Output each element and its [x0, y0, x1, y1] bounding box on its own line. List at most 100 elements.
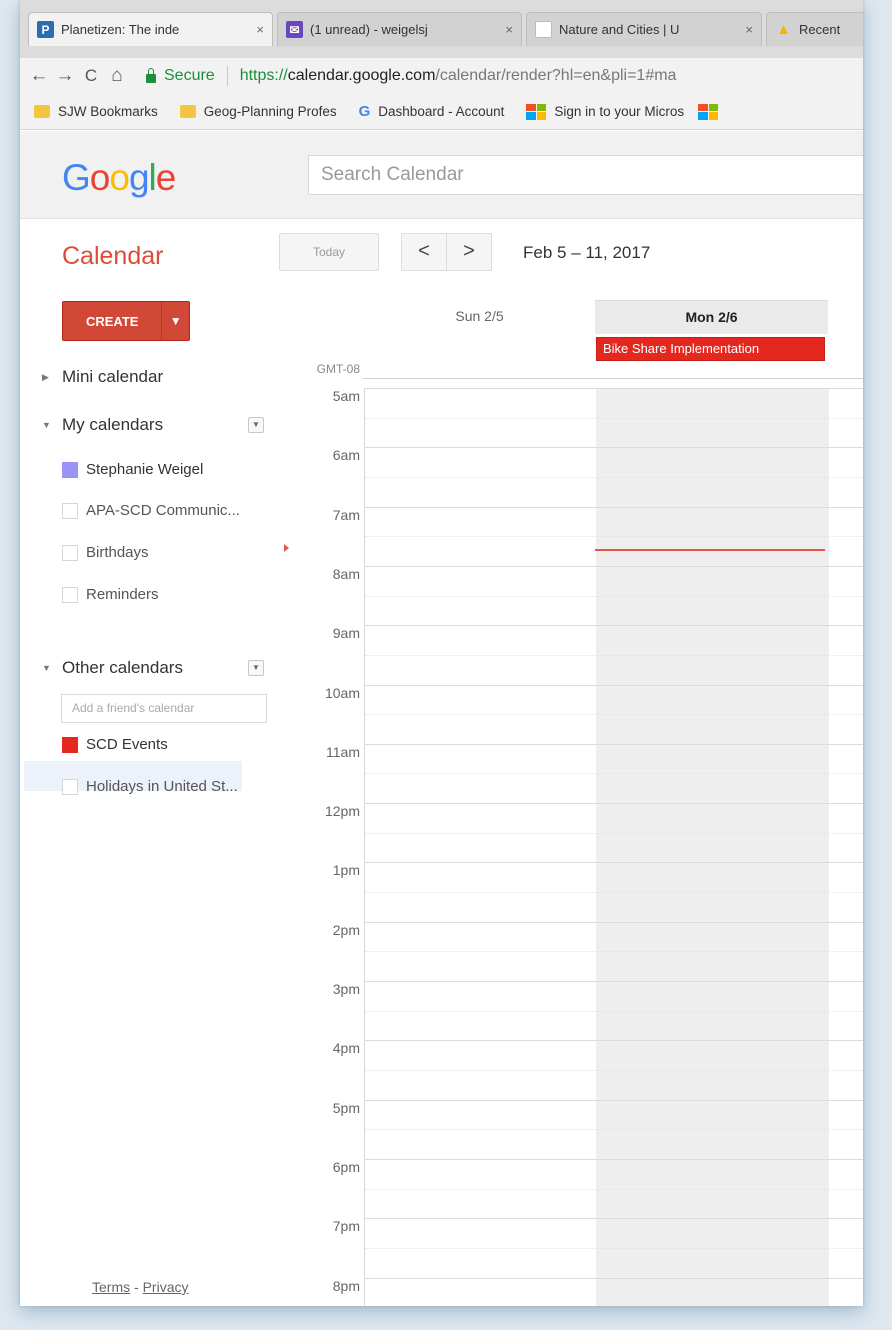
my-calendars-toggle[interactable]: ▼ My calendars — [42, 415, 163, 435]
calendar-label: Reminders — [86, 586, 159, 603]
half-hour-gridline — [365, 536, 863, 538]
microsoft-icon[interactable] — [698, 103, 719, 120]
hour-label: 2pm — [332, 921, 360, 938]
day-header-mon[interactable]: Mon 2/6 — [595, 300, 828, 334]
tab-title: Nature and Cities | U — [559, 22, 680, 37]
current-time-marker — [284, 544, 289, 552]
other-calendars-menu-icon[interactable]: ▼ — [248, 660, 264, 676]
page-title: Calendar — [62, 242, 164, 270]
app-header: Google Search Calendar — [20, 131, 863, 219]
create-dropdown-icon[interactable]: ▼ — [161, 302, 189, 340]
close-icon[interactable]: × — [256, 22, 264, 37]
close-icon[interactable]: × — [505, 22, 513, 37]
calendar-color-swatch[interactable] — [62, 461, 78, 478]
grid-body[interactable] — [364, 388, 863, 1306]
tab-mail[interactable]: ✉ (1 unread) - weigelsj × — [277, 12, 522, 46]
half-hour-gridline — [365, 595, 863, 597]
section-label: Mini calendar — [62, 367, 164, 386]
hour-gridline — [365, 1158, 863, 1160]
hour-label: 11am — [326, 743, 360, 760]
half-hour-gridline — [365, 654, 863, 656]
hour-gridline — [365, 921, 863, 923]
hour-label: 4pm — [332, 1040, 360, 1057]
add-friend-calendar-input[interactable]: Add a friend's calendar — [61, 694, 267, 723]
forward-icon[interactable]: → — [52, 65, 78, 87]
half-hour-gridline — [365, 714, 863, 716]
half-hour-gridline — [365, 1069, 863, 1071]
footer-separator: - — [130, 1279, 143, 1295]
calendar-item-holidays[interactable]: Holidays in United St... — [62, 778, 238, 795]
tab-title: (1 unread) - weigelsj — [310, 22, 428, 37]
half-hour-gridline — [365, 892, 863, 894]
folder-icon — [34, 105, 50, 118]
calendar-item-birthdays[interactable]: Birthdays — [62, 544, 149, 561]
hour-label: 8am — [332, 565, 360, 582]
tab-nature-and-cities[interactable]: Nature and Cities | U × — [526, 12, 762, 46]
calendar-item-reminders[interactable]: Reminders — [62, 586, 159, 603]
home-icon[interactable]: ⌂ — [104, 65, 130, 87]
calendar-color-swatch[interactable] — [62, 544, 78, 561]
other-calendars-toggle[interactable]: ▼ Other calendars — [42, 658, 183, 678]
half-hour-gridline — [365, 951, 863, 953]
terms-link[interactable]: Terms — [92, 1279, 130, 1295]
bookmark-label: Sign in to your Micros — [554, 104, 685, 119]
calendar-item-stephanie-weigel[interactable]: Stephanie Weigel — [62, 461, 203, 478]
half-hour-gridline — [365, 773, 863, 775]
collapse-icon: ▼ — [42, 420, 51, 430]
hour-gridline — [365, 447, 863, 449]
bookmark-dashboard[interactable]: G Dashboard - Account — [359, 103, 505, 120]
bookmark-geog-planning[interactable]: Geog-Planning Profes — [179, 104, 337, 119]
today-button[interactable]: Today — [279, 233, 379, 271]
bookmark-label: SJW Bookmarks — [58, 104, 158, 119]
hour-label: 8pm — [332, 1277, 360, 1294]
url-field[interactable]: Secure https:// calendar.google.com /cal… — [146, 66, 863, 86]
calendar-color-swatch[interactable] — [62, 736, 78, 753]
bookmark-sjw-bookmarks[interactable]: SJW Bookmarks — [34, 104, 158, 119]
hour-label: 10am — [324, 684, 360, 701]
allday-event[interactable]: Bike Share Implementation — [596, 337, 825, 361]
bookmarks-bar: SJW Bookmarks Geog-Planning Profes G Das… — [20, 94, 863, 130]
search-input[interactable]: Search Calendar — [308, 155, 863, 195]
address-bar: ← → C ⌂ Secure https:// calendar.google.… — [20, 58, 863, 94]
close-icon[interactable]: × — [745, 22, 753, 37]
tab-strip: P Planetizen: The inde × ✉ (1 unread) - … — [20, 0, 863, 58]
current-time-line — [595, 549, 825, 551]
hour-gridline — [365, 981, 863, 982]
day-header-sun[interactable]: Sun 2/5 — [364, 300, 595, 334]
google-logo[interactable]: Google — [62, 157, 176, 199]
hour-gridline — [365, 1099, 863, 1101]
drive-icon: ▲ — [776, 21, 791, 38]
google-icon: G — [358, 103, 371, 120]
calendar-color-swatch[interactable] — [62, 502, 78, 519]
back-icon[interactable]: ← — [26, 65, 52, 87]
reload-icon[interactable]: C — [78, 66, 104, 86]
hour-gridline — [365, 1040, 863, 1042]
half-hour-gridline — [365, 1129, 863, 1131]
calendar-color-swatch[interactable] — [62, 586, 78, 603]
bookmark-microsoft-signin[interactable]: Sign in to your Micros — [526, 103, 685, 120]
collapse-icon: ▼ — [42, 663, 51, 673]
allday-divider — [363, 378, 863, 379]
tab-drive[interactable]: ▲ Recent — [766, 12, 863, 46]
hour-gridline — [365, 388, 863, 389]
next-week-button[interactable]: > — [446, 234, 491, 270]
mini-calendar-toggle[interactable]: ▶ Mini calendar — [42, 367, 163, 387]
prev-week-button[interactable]: < — [402, 234, 446, 270]
my-calendars-menu-icon[interactable]: ▼ — [248, 417, 264, 433]
half-hour-gridline — [365, 1010, 863, 1012]
calendar-item-scd-events[interactable]: SCD Events — [62, 736, 168, 753]
calendar-color-swatch[interactable] — [62, 778, 78, 795]
hour-gridline — [365, 862, 863, 864]
hour-label: 5am — [332, 388, 360, 404]
page-icon — [535, 21, 552, 38]
week-grid: Sun 2/5 Mon 2/6 GMT-08 Bike Share Implem… — [280, 300, 863, 1306]
privacy-link[interactable]: Privacy — [143, 1279, 189, 1295]
tab-planetizen[interactable]: P Planetizen: The inde × — [28, 12, 273, 46]
calendar-item-apa-scd[interactable]: APA-SCD Communic... — [62, 502, 240, 519]
create-button[interactable]: CREATE ▼ — [62, 301, 190, 341]
timezone-label: GMT-08 — [316, 362, 360, 376]
logo-letter: g — [128, 157, 150, 198]
hour-label: 9am — [332, 625, 360, 642]
half-hour-gridline — [365, 1247, 863, 1249]
calendar-label: Holidays in United St... — [86, 778, 238, 795]
